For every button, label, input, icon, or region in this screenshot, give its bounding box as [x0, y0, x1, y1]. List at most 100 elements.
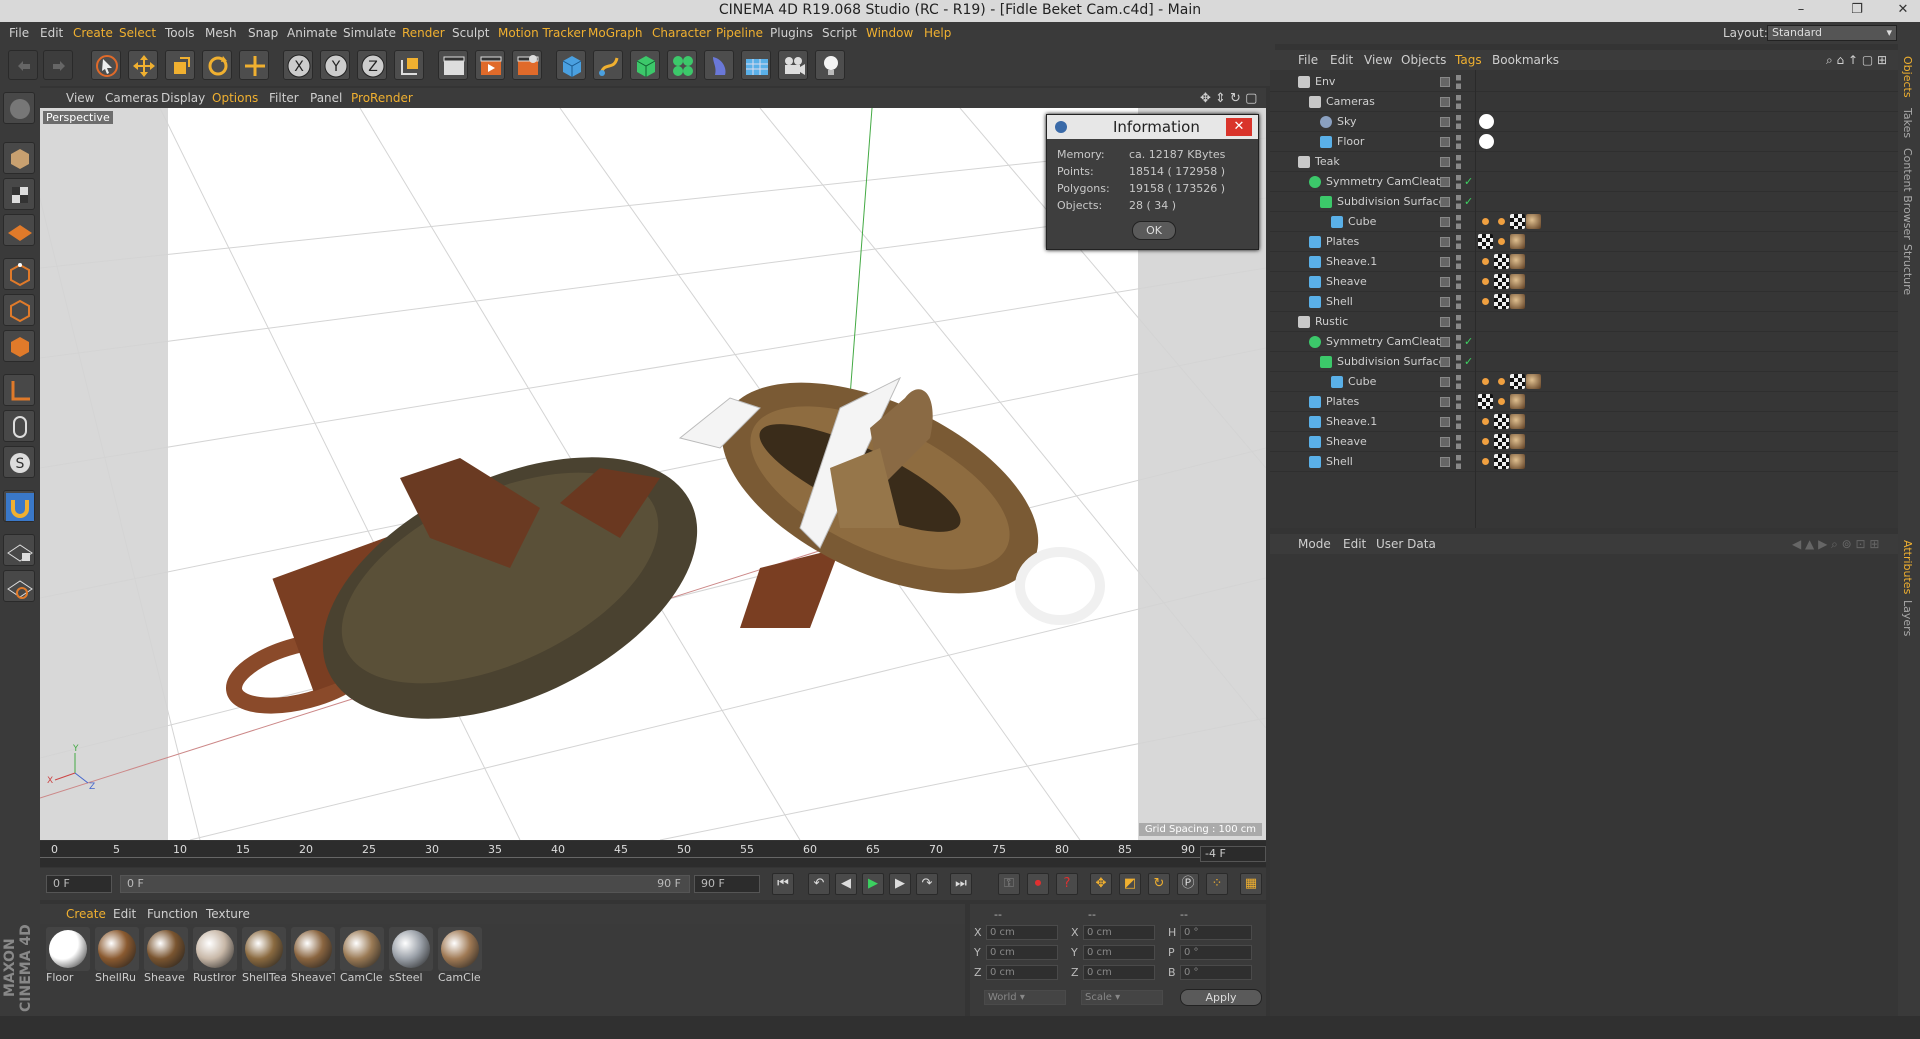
- material-tag-icon[interactable]: [1510, 294, 1525, 309]
- size-x-field[interactable]: 0 cm: [1083, 925, 1155, 940]
- object-name[interactable]: Cameras: [1326, 95, 1375, 108]
- material-tag-icon[interactable]: [1510, 254, 1525, 269]
- material-swatch[interactable]: RustIror: [193, 927, 237, 987]
- menu-pipeline[interactable]: Pipeline: [716, 26, 763, 40]
- material-menu-texture[interactable]: Texture: [206, 907, 250, 921]
- coordinate-mode-select[interactable]: World ▾: [984, 990, 1066, 1005]
- close-window-button[interactable]: ✕: [1888, 0, 1918, 20]
- object-row[interactable]: Floor: [1270, 133, 1898, 152]
- transform-button[interactable]: [239, 50, 269, 80]
- object-name[interactable]: Symmetry CamCleat: [1326, 335, 1440, 348]
- layer-flag-icon[interactable]: [1440, 317, 1450, 327]
- visibility-dots-icon[interactable]: [1456, 135, 1461, 149]
- dialog-close-button[interactable]: ✕: [1226, 118, 1252, 136]
- deformer-button[interactable]: [704, 50, 734, 80]
- texture-tag-icon[interactable]: [1494, 254, 1509, 269]
- cloner-button[interactable]: [667, 50, 697, 80]
- record-pla-button[interactable]: ⁘: [1206, 873, 1228, 895]
- position-x-field[interactable]: 0 cm: [986, 925, 1058, 940]
- menu-mograph[interactable]: MoGraph: [588, 26, 643, 40]
- object-row[interactable]: Plates: [1270, 393, 1898, 412]
- subdivision-button[interactable]: [630, 50, 660, 80]
- object-row[interactable]: Teak: [1270, 153, 1898, 172]
- material-swatch[interactable]: ShellTea: [242, 927, 286, 987]
- object-name[interactable]: Cube: [1348, 215, 1376, 228]
- object-name[interactable]: Sheave: [1326, 275, 1367, 288]
- layer-flag-icon[interactable]: [1440, 357, 1450, 367]
- edges-mode-button[interactable]: [3, 294, 35, 326]
- uvw-tag-icon[interactable]: [1478, 254, 1493, 269]
- object-row[interactable]: Plates: [1270, 233, 1898, 252]
- snap-button[interactable]: S: [3, 446, 35, 478]
- texture-tag-icon[interactable]: [1494, 454, 1509, 469]
- material-swatch[interactable]: ShellRu: [95, 927, 139, 987]
- texture-tag-icon[interactable]: [1494, 414, 1509, 429]
- menu-help[interactable]: Help: [924, 26, 951, 40]
- light-button[interactable]: [815, 50, 845, 80]
- object-row[interactable]: Shell: [1270, 293, 1898, 312]
- x-axis-button[interactable]: X: [283, 50, 313, 80]
- viewport-nav-icons[interactable]: ✥ ⇕ ↻ ▢: [1200, 91, 1257, 106]
- visibility-dots-icon[interactable]: [1456, 195, 1461, 209]
- visibility-dots-icon[interactable]: [1456, 75, 1461, 89]
- material-swatch[interactable]: sSteel: [389, 927, 433, 987]
- undo-button[interactable]: [8, 50, 38, 80]
- menu-character[interactable]: Character: [652, 26, 711, 40]
- object-row[interactable]: Cameras: [1270, 93, 1898, 112]
- material-swatch[interactable]: SheaveT: [291, 927, 335, 987]
- points-mode-button[interactable]: [3, 258, 35, 290]
- size-y-field[interactable]: 0 cm: [1083, 945, 1155, 960]
- texture-tag-icon[interactable]: [1478, 394, 1493, 409]
- move-button[interactable]: [128, 50, 158, 80]
- visibility-dots-icon[interactable]: [1456, 275, 1461, 289]
- layer-flag-icon[interactable]: [1440, 377, 1450, 387]
- object-row[interactable]: Symmetry CamCleat ✓: [1270, 333, 1898, 352]
- object-manager-search-icon[interactable]: ⌕ ⌂ ↑ ▢ ⊞: [1826, 53, 1887, 68]
- workplane-mode-button[interactable]: [3, 214, 35, 246]
- position-z-field[interactable]: 0 cm: [986, 965, 1058, 980]
- visibility-dots-icon[interactable]: [1456, 335, 1461, 349]
- locked-workplane-button[interactable]: [3, 534, 35, 566]
- material-menu-create[interactable]: Create: [66, 907, 106, 921]
- viewport-menu-options[interactable]: Options: [212, 91, 258, 105]
- menu-snap[interactable]: Snap: [248, 26, 278, 40]
- uvw-tag-icon[interactable]: [1478, 434, 1493, 449]
- material-tag-icon[interactable]: [1510, 234, 1525, 249]
- viewport-menu-prorender[interactable]: ProRender: [351, 91, 413, 105]
- floor-button[interactable]: [741, 50, 771, 80]
- attributes-menu-user-data[interactable]: User Data: [1376, 537, 1436, 551]
- visibility-dots-icon[interactable]: [1456, 415, 1461, 429]
- cube-button[interactable]: [556, 50, 586, 80]
- material-tag-icon[interactable]: [1479, 134, 1494, 149]
- texture-tag-icon[interactable]: [1494, 434, 1509, 449]
- object-name[interactable]: Rustic: [1315, 315, 1348, 328]
- object-name[interactable]: Sheave.1: [1326, 255, 1377, 268]
- object-menu-bookmarks[interactable]: Bookmarks: [1492, 53, 1559, 67]
- object-row[interactable]: Sky: [1270, 113, 1898, 132]
- start-frame-field[interactable]: 0 F: [46, 875, 112, 893]
- tweak-mode-button[interactable]: [3, 410, 35, 442]
- previous-frame-button[interactable]: ◀: [835, 873, 857, 895]
- position-y-field[interactable]: 0 cm: [986, 945, 1058, 960]
- uvw-tag-icon[interactable]: [1494, 394, 1509, 409]
- object-menu-edit[interactable]: Edit: [1330, 53, 1353, 67]
- menu-plugins[interactable]: Plugins: [770, 26, 813, 40]
- play-button[interactable]: ▶: [862, 873, 884, 895]
- side-tab-attributes[interactable]: Attributes: [1901, 540, 1914, 594]
- layer-flag-icon[interactable]: [1440, 157, 1450, 167]
- go-to-end-button[interactable]: ⏭: [950, 873, 972, 895]
- model-mode-button[interactable]: [3, 142, 35, 174]
- uvw-tag-icon[interactable]: [1494, 374, 1509, 389]
- visibility-dots-icon[interactable]: [1456, 235, 1461, 249]
- material-tag-icon[interactable]: [1510, 414, 1525, 429]
- go-to-start-button[interactable]: ⏮: [772, 873, 794, 895]
- material-swatch[interactable]: CamCle: [340, 927, 384, 987]
- visibility-dots-icon[interactable]: [1456, 355, 1461, 369]
- current-frame-field[interactable]: -4 F: [1200, 846, 1266, 862]
- ok-button[interactable]: OK: [1132, 221, 1176, 240]
- enabled-check-icon[interactable]: ✓: [1464, 175, 1473, 188]
- next-key-button[interactable]: ↷: [916, 873, 938, 895]
- viewport-menu-filter[interactable]: Filter: [269, 91, 299, 105]
- object-name[interactable]: Subdivision Surface: [1337, 195, 1445, 208]
- uvw-tag-icon[interactable]: [1494, 214, 1509, 229]
